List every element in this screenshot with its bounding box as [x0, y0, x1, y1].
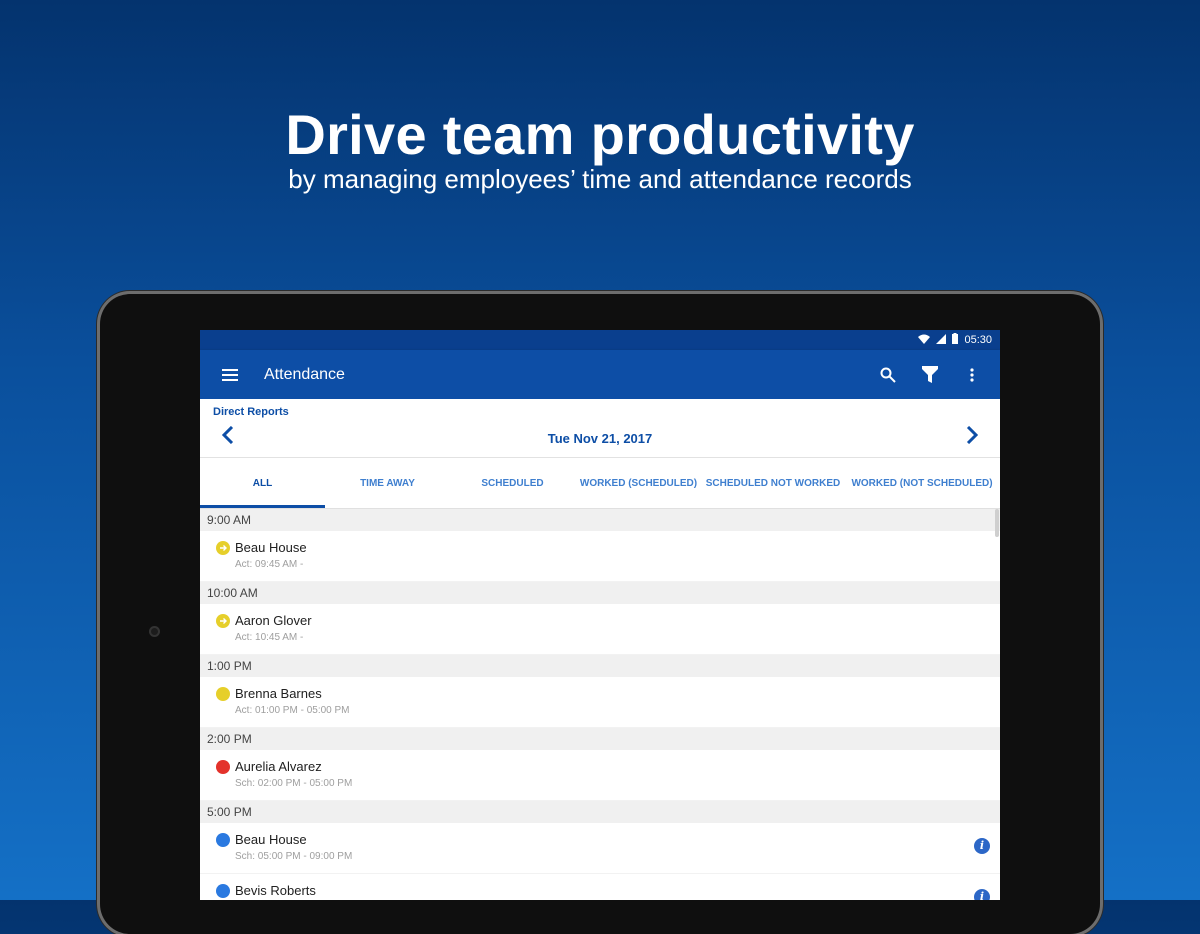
- list-item[interactable]: Aurelia Alvarez Sch: 02:00 PM - 05:00 PM: [200, 750, 1000, 801]
- employee-time-detail: Act: 10:45 AM -: [235, 632, 304, 643]
- list-scrollbar[interactable]: [995, 509, 999, 537]
- time-group-header: 10:00 AM: [200, 582, 1000, 604]
- absent-status-icon: [216, 760, 230, 774]
- search-icon[interactable]: [878, 365, 898, 385]
- list-item[interactable]: Brenna Barnes Act: 01:00 PM - 05:00 PM: [200, 677, 1000, 728]
- clocked-in-status-icon: [216, 614, 230, 628]
- filter-icon[interactable]: [920, 365, 940, 385]
- menu-icon[interactable]: [218, 365, 242, 385]
- tab-time-away[interactable]: TIME AWAY: [325, 458, 450, 508]
- app-screen: 05:30 Attendance Direct Reports Tue Nov …: [200, 330, 1000, 900]
- employee-time-detail: Sch: 05:00 PM - 09:00 PM: [235, 851, 353, 862]
- page-title: Attendance: [264, 365, 345, 383]
- employee-name: Bevis Roberts: [235, 883, 316, 898]
- tab-all[interactable]: ALL: [200, 458, 325, 508]
- battery-icon: [952, 333, 959, 347]
- worked-status-icon: [216, 687, 230, 701]
- list-item[interactable]: Beau House Act: 09:45 AM -: [200, 531, 1000, 582]
- tab-worked-scheduled[interactable]: WORKED (SCHEDULED): [575, 458, 702, 508]
- info-icon[interactable]: i: [974, 889, 990, 900]
- attendance-list: 9:00 AM Beau House Act: 09:45 AM - 10:00…: [200, 509, 1000, 900]
- tab-scheduled-not-worked[interactable]: SCHEDULED NOT WORKED: [702, 458, 844, 508]
- tab-worked-not-scheduled[interactable]: WORKED (NOT SCHEDULED): [844, 458, 1000, 508]
- promo-headline: Drive team productivity: [285, 103, 915, 166]
- time-group-header: 1:00 PM: [200, 655, 1000, 677]
- scheduled-status-icon: [216, 833, 230, 847]
- chevron-right-icon[interactable]: [966, 425, 979, 449]
- current-date[interactable]: Tue Nov 21, 2017: [200, 431, 1000, 446]
- employee-name: Aaron Glover: [235, 613, 312, 628]
- list-item[interactable]: Bevis Roberts i: [200, 874, 1000, 900]
- scheduled-status-icon: [216, 884, 230, 898]
- employee-name: Aurelia Alvarez: [235, 759, 322, 774]
- list-item[interactable]: Beau House Sch: 05:00 PM - 09:00 PM i: [200, 823, 1000, 874]
- time-group-header: 2:00 PM: [200, 728, 1000, 750]
- promo-subline: by managing employees’ time and attendan…: [288, 164, 912, 194]
- employee-time-detail: Act: 01:00 PM - 05:00 PM: [235, 705, 350, 716]
- employee-time-detail: Sch: 02:00 PM - 05:00 PM: [235, 778, 353, 789]
- info-icon[interactable]: i: [974, 838, 990, 854]
- list-item[interactable]: Aaron Glover Act: 10:45 AM -: [200, 604, 1000, 655]
- wifi-icon: [918, 334, 931, 347]
- direct-reports-label[interactable]: Direct Reports: [213, 406, 289, 418]
- status-bar: 05:30: [200, 330, 1000, 350]
- date-navigator: Direct Reports Tue Nov 21, 2017: [200, 399, 1000, 457]
- employee-name: Beau House: [235, 832, 307, 847]
- clocked-in-status-icon: [216, 541, 230, 555]
- app-bar-actions: [878, 365, 982, 385]
- time-group-header: 9:00 AM: [200, 509, 1000, 531]
- employee-name: Beau House: [235, 540, 307, 555]
- tab-scheduled[interactable]: SCHEDULED: [450, 458, 575, 508]
- employee-name: Brenna Barnes: [235, 686, 322, 701]
- tablet-camera: [149, 626, 160, 637]
- more-vert-icon[interactable]: [962, 365, 982, 385]
- app-bar: Attendance: [200, 350, 1000, 399]
- status-time: 05:30: [964, 334, 992, 346]
- employee-time-detail: Act: 09:45 AM -: [235, 559, 304, 570]
- filter-tabs: ALL TIME AWAY SCHEDULED WORKED (SCHEDULE…: [200, 457, 1000, 509]
- signal-icon: [936, 333, 947, 347]
- time-group-header: 5:00 PM: [200, 801, 1000, 823]
